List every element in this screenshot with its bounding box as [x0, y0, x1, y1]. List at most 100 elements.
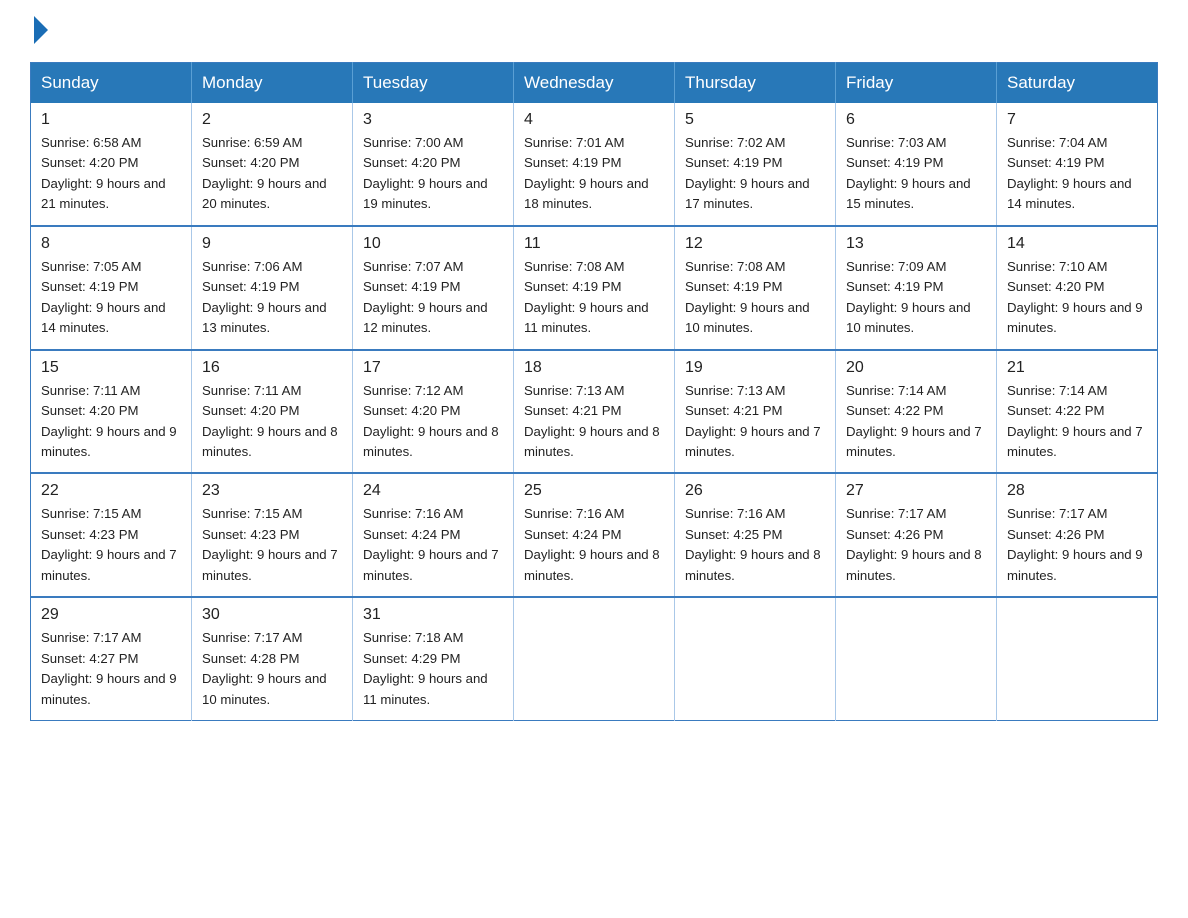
- day-info: Sunrise: 7:13 AMSunset: 4:21 PMDaylight:…: [685, 381, 825, 463]
- day-info: Sunrise: 7:05 AMSunset: 4:19 PMDaylight:…: [41, 257, 181, 339]
- day-number: 9: [202, 235, 342, 253]
- day-info: Sunrise: 7:03 AMSunset: 4:19 PMDaylight:…: [846, 133, 986, 215]
- day-number: 21: [1007, 359, 1147, 377]
- calendar-cell: 25 Sunrise: 7:16 AMSunset: 4:24 PMDaylig…: [514, 473, 675, 597]
- calendar-cell: 5 Sunrise: 7:02 AMSunset: 4:19 PMDayligh…: [675, 103, 836, 226]
- calendar-cell: [514, 597, 675, 720]
- day-info: Sunrise: 7:07 AMSunset: 4:19 PMDaylight:…: [363, 257, 503, 339]
- day-info: Sunrise: 7:08 AMSunset: 4:19 PMDaylight:…: [685, 257, 825, 339]
- calendar-header-thursday: Thursday: [675, 63, 836, 104]
- calendar-cell: 1 Sunrise: 6:58 AMSunset: 4:20 PMDayligh…: [31, 103, 192, 226]
- day-number: 31: [363, 606, 503, 624]
- calendar-cell: 9 Sunrise: 7:06 AMSunset: 4:19 PMDayligh…: [192, 226, 353, 350]
- day-number: 28: [1007, 482, 1147, 500]
- day-number: 3: [363, 111, 503, 129]
- day-info: Sunrise: 7:06 AMSunset: 4:19 PMDaylight:…: [202, 257, 342, 339]
- calendar-week-row: 1 Sunrise: 6:58 AMSunset: 4:20 PMDayligh…: [31, 103, 1158, 226]
- day-number: 13: [846, 235, 986, 253]
- day-info: Sunrise: 7:04 AMSunset: 4:19 PMDaylight:…: [1007, 133, 1147, 215]
- day-number: 22: [41, 482, 181, 500]
- day-info: Sunrise: 6:59 AMSunset: 4:20 PMDaylight:…: [202, 133, 342, 215]
- day-number: 7: [1007, 111, 1147, 129]
- calendar-cell: 31 Sunrise: 7:18 AMSunset: 4:29 PMDaylig…: [353, 597, 514, 720]
- calendar-cell: 19 Sunrise: 7:13 AMSunset: 4:21 PMDaylig…: [675, 350, 836, 474]
- calendar-cell: 17 Sunrise: 7:12 AMSunset: 4:20 PMDaylig…: [353, 350, 514, 474]
- day-info: Sunrise: 7:00 AMSunset: 4:20 PMDaylight:…: [363, 133, 503, 215]
- calendar-table: SundayMondayTuesdayWednesdayThursdayFrid…: [30, 62, 1158, 721]
- day-number: 19: [685, 359, 825, 377]
- calendar-cell: 3 Sunrise: 7:00 AMSunset: 4:20 PMDayligh…: [353, 103, 514, 226]
- page-header: [30, 20, 1158, 44]
- calendar-week-row: 15 Sunrise: 7:11 AMSunset: 4:20 PMDaylig…: [31, 350, 1158, 474]
- day-number: 29: [41, 606, 181, 624]
- day-info: Sunrise: 7:16 AMSunset: 4:24 PMDaylight:…: [363, 504, 503, 586]
- calendar-header-monday: Monday: [192, 63, 353, 104]
- calendar-cell: 26 Sunrise: 7:16 AMSunset: 4:25 PMDaylig…: [675, 473, 836, 597]
- day-info: Sunrise: 7:13 AMSunset: 4:21 PMDaylight:…: [524, 381, 664, 463]
- day-info: Sunrise: 7:17 AMSunset: 4:28 PMDaylight:…: [202, 628, 342, 710]
- day-number: 23: [202, 482, 342, 500]
- calendar-cell: 27 Sunrise: 7:17 AMSunset: 4:26 PMDaylig…: [836, 473, 997, 597]
- day-number: 14: [1007, 235, 1147, 253]
- day-number: 15: [41, 359, 181, 377]
- day-info: Sunrise: 7:17 AMSunset: 4:26 PMDaylight:…: [846, 504, 986, 586]
- day-number: 1: [41, 111, 181, 129]
- calendar-cell: 7 Sunrise: 7:04 AMSunset: 4:19 PMDayligh…: [997, 103, 1158, 226]
- calendar-cell: 6 Sunrise: 7:03 AMSunset: 4:19 PMDayligh…: [836, 103, 997, 226]
- day-number: 5: [685, 111, 825, 129]
- calendar-cell: 16 Sunrise: 7:11 AMSunset: 4:20 PMDaylig…: [192, 350, 353, 474]
- day-info: Sunrise: 7:09 AMSunset: 4:19 PMDaylight:…: [846, 257, 986, 339]
- day-number: 2: [202, 111, 342, 129]
- calendar-cell: 23 Sunrise: 7:15 AMSunset: 4:23 PMDaylig…: [192, 473, 353, 597]
- day-info: Sunrise: 7:17 AMSunset: 4:26 PMDaylight:…: [1007, 504, 1147, 586]
- calendar-cell: [836, 597, 997, 720]
- day-info: Sunrise: 7:11 AMSunset: 4:20 PMDaylight:…: [202, 381, 342, 463]
- day-info: Sunrise: 7:11 AMSunset: 4:20 PMDaylight:…: [41, 381, 181, 463]
- day-info: Sunrise: 7:17 AMSunset: 4:27 PMDaylight:…: [41, 628, 181, 710]
- calendar-cell: 29 Sunrise: 7:17 AMSunset: 4:27 PMDaylig…: [31, 597, 192, 720]
- calendar-cell: 4 Sunrise: 7:01 AMSunset: 4:19 PMDayligh…: [514, 103, 675, 226]
- day-number: 20: [846, 359, 986, 377]
- day-number: 17: [363, 359, 503, 377]
- day-info: Sunrise: 7:10 AMSunset: 4:20 PMDaylight:…: [1007, 257, 1147, 339]
- day-number: 25: [524, 482, 664, 500]
- calendar-header-tuesday: Tuesday: [353, 63, 514, 104]
- calendar-cell: 18 Sunrise: 7:13 AMSunset: 4:21 PMDaylig…: [514, 350, 675, 474]
- logo: [30, 20, 52, 44]
- calendar-cell: 14 Sunrise: 7:10 AMSunset: 4:20 PMDaylig…: [997, 226, 1158, 350]
- day-info: Sunrise: 7:15 AMSunset: 4:23 PMDaylight:…: [41, 504, 181, 586]
- day-number: 10: [363, 235, 503, 253]
- day-number: 6: [846, 111, 986, 129]
- day-number: 18: [524, 359, 664, 377]
- calendar-header-sunday: Sunday: [31, 63, 192, 104]
- day-info: Sunrise: 7:12 AMSunset: 4:20 PMDaylight:…: [363, 381, 503, 463]
- calendar-cell: 20 Sunrise: 7:14 AMSunset: 4:22 PMDaylig…: [836, 350, 997, 474]
- calendar-cell: 28 Sunrise: 7:17 AMSunset: 4:26 PMDaylig…: [997, 473, 1158, 597]
- calendar-cell: 2 Sunrise: 6:59 AMSunset: 4:20 PMDayligh…: [192, 103, 353, 226]
- day-number: 24: [363, 482, 503, 500]
- calendar-header-saturday: Saturday: [997, 63, 1158, 104]
- calendar-week-row: 29 Sunrise: 7:17 AMSunset: 4:27 PMDaylig…: [31, 597, 1158, 720]
- calendar-week-row: 22 Sunrise: 7:15 AMSunset: 4:23 PMDaylig…: [31, 473, 1158, 597]
- day-number: 11: [524, 235, 664, 253]
- day-info: Sunrise: 6:58 AMSunset: 4:20 PMDaylight:…: [41, 133, 181, 215]
- calendar-cell: 10 Sunrise: 7:07 AMSunset: 4:19 PMDaylig…: [353, 226, 514, 350]
- day-number: 4: [524, 111, 664, 129]
- calendar-cell: 13 Sunrise: 7:09 AMSunset: 4:19 PMDaylig…: [836, 226, 997, 350]
- day-info: Sunrise: 7:02 AMSunset: 4:19 PMDaylight:…: [685, 133, 825, 215]
- calendar-header-wednesday: Wednesday: [514, 63, 675, 104]
- day-number: 12: [685, 235, 825, 253]
- calendar-cell: 21 Sunrise: 7:14 AMSunset: 4:22 PMDaylig…: [997, 350, 1158, 474]
- day-number: 26: [685, 482, 825, 500]
- day-info: Sunrise: 7:14 AMSunset: 4:22 PMDaylight:…: [846, 381, 986, 463]
- day-number: 27: [846, 482, 986, 500]
- day-info: Sunrise: 7:15 AMSunset: 4:23 PMDaylight:…: [202, 504, 342, 586]
- calendar-cell: 24 Sunrise: 7:16 AMSunset: 4:24 PMDaylig…: [353, 473, 514, 597]
- calendar-cell: 11 Sunrise: 7:08 AMSunset: 4:19 PMDaylig…: [514, 226, 675, 350]
- calendar-cell: 12 Sunrise: 7:08 AMSunset: 4:19 PMDaylig…: [675, 226, 836, 350]
- calendar-week-row: 8 Sunrise: 7:05 AMSunset: 4:19 PMDayligh…: [31, 226, 1158, 350]
- day-info: Sunrise: 7:14 AMSunset: 4:22 PMDaylight:…: [1007, 381, 1147, 463]
- day-number: 8: [41, 235, 181, 253]
- day-info: Sunrise: 7:16 AMSunset: 4:25 PMDaylight:…: [685, 504, 825, 586]
- calendar-cell: 15 Sunrise: 7:11 AMSunset: 4:20 PMDaylig…: [31, 350, 192, 474]
